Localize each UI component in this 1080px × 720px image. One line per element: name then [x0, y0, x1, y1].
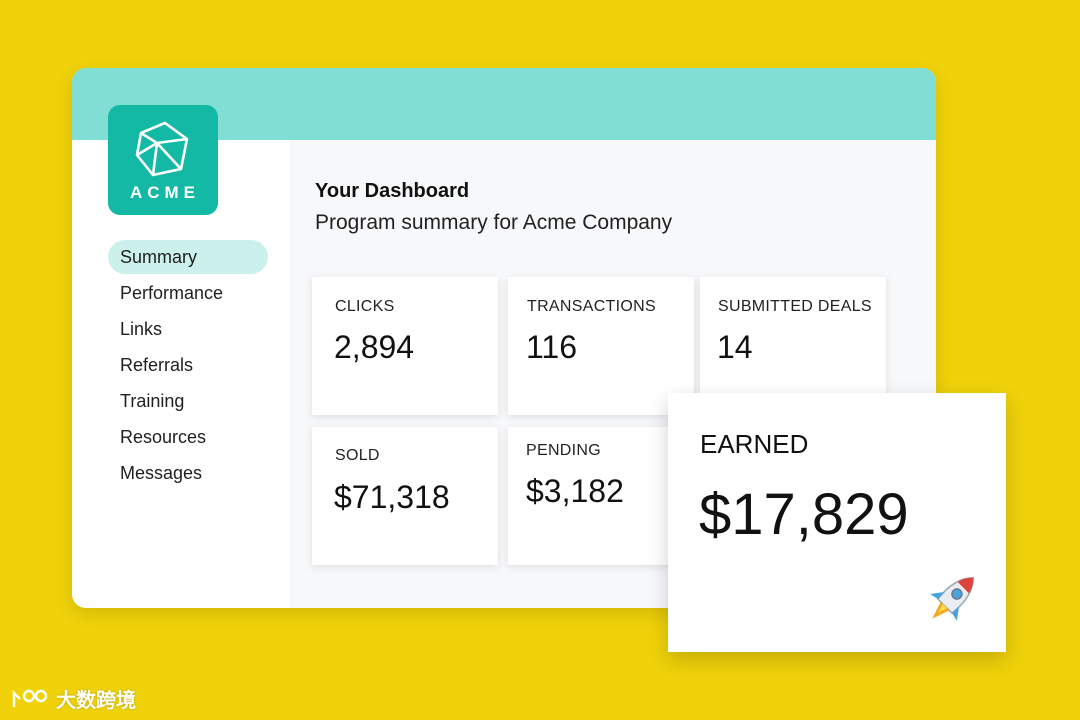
- acme-logo[interactable]: ACME: [108, 105, 218, 215]
- stat-card-earned[interactable]: EARNED $17,829: [668, 393, 1006, 652]
- stat-value: 14: [717, 329, 753, 365]
- stat-card-pending[interactable]: PENDING $3,182: [508, 427, 694, 565]
- sidebar-item-referrals[interactable]: Referrals: [108, 348, 268, 382]
- stat-card-sold[interactable]: SOLD $71,318: [312, 427, 498, 565]
- sidebar-item-performance[interactable]: Performance: [108, 276, 268, 310]
- sidebar-nav: Summary Performance Links Referrals Trai…: [108, 240, 268, 492]
- sidebar-item-messages[interactable]: Messages: [108, 456, 268, 490]
- earned-label: EARNED: [700, 429, 809, 459]
- stat-label: SOLD: [335, 447, 380, 464]
- stat-value: $3,182: [526, 473, 624, 509]
- watermark-text: 大数跨境: [56, 690, 136, 712]
- sidebar-item-summary[interactable]: Summary: [108, 240, 268, 274]
- stat-card-transactions[interactable]: TRANSACTIONS 116: [508, 277, 694, 415]
- stat-label: PENDING: [526, 442, 601, 459]
- page-subtitle: Program summary for Acme Company: [315, 211, 673, 234]
- stat-value: 116: [526, 329, 578, 365]
- earned-value: $17,829: [699, 482, 909, 547]
- watermark: 大数跨境: [10, 684, 136, 713]
- page-title: Your Dashboard: [315, 180, 470, 202]
- stat-label: CLICKS: [335, 298, 395, 315]
- stat-value: 2,894: [334, 329, 415, 365]
- sidebar-item-resources[interactable]: Resources: [108, 420, 268, 454]
- watermark-logo-icon: [12, 689, 48, 707]
- logo-text: ACME: [129, 183, 201, 202]
- rocket-icon: [930, 577, 974, 621]
- stat-label: TRANSACTIONS: [527, 298, 656, 315]
- stat-value: $71,318: [334, 479, 450, 515]
- stat-label: SUBMITTED DEALS: [718, 298, 872, 315]
- sidebar-item-training[interactable]: Training: [108, 384, 268, 418]
- polyhedron-icon: [135, 121, 189, 177]
- stat-card-clicks[interactable]: CLICKS 2,894: [312, 277, 498, 415]
- sidebar-item-links[interactable]: Links: [108, 312, 268, 346]
